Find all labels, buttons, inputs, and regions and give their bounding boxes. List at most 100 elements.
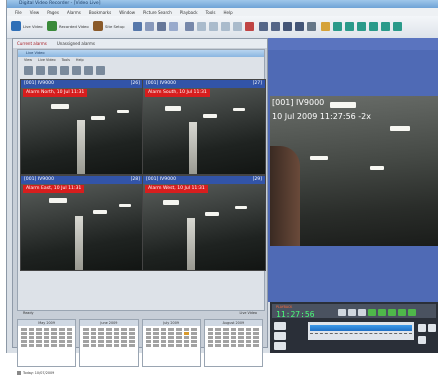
- jump-back-icon[interactable]: [274, 322, 286, 330]
- settings-icon[interactable]: [307, 22, 316, 31]
- filter-icon[interactable]: [381, 22, 390, 31]
- quad-view-icon[interactable]: [209, 22, 218, 31]
- menu-playback[interactable]: Playback: [180, 10, 198, 15]
- grid-icon[interactable]: [145, 22, 154, 31]
- menu-tools[interactable]: Tools: [206, 10, 216, 15]
- menu-alarms[interactable]: Alarms: [67, 10, 81, 15]
- camera-tile-east[interactable]: [001] IV9000 [28] Alarm East, 10 Jul 11:…: [20, 175, 144, 271]
- monitor-icon[interactable]: [283, 22, 292, 31]
- tab-unassigned-alarms[interactable]: Unassigned alarms: [57, 41, 95, 46]
- ceiling-light: [310, 156, 328, 160]
- zoom-out-icon[interactable]: [428, 324, 436, 332]
- download-icon[interactable]: [357, 22, 366, 31]
- status-left: Ready: [23, 311, 34, 315]
- export-clip-icon[interactable]: [418, 336, 426, 344]
- live-icon[interactable]: [408, 309, 416, 316]
- inner-menu-help[interactable]: Help: [76, 58, 84, 62]
- live-video-title-bar: Live Video: [18, 50, 264, 57]
- ceiling-light: [163, 200, 179, 205]
- close-icon[interactable]: [48, 65, 57, 75]
- playback-timeline[interactable]: [308, 322, 414, 340]
- camera-header: [001] IV9000 [28]: [21, 176, 143, 184]
- quad-view-icon[interactable]: [36, 65, 45, 75]
- single-view-icon[interactable]: [24, 65, 33, 75]
- search-icon[interactable]: [185, 22, 194, 31]
- camera-tile-south[interactable]: [001] IV9000 [27] Alarm South, 10 Jul 11…: [142, 79, 266, 175]
- camera-tile-north[interactable]: [001] IV9000 [26] Alarm North, 10 Jul 11…: [20, 79, 144, 175]
- bookmark-icon[interactable]: [274, 342, 286, 350]
- snapshot-icon[interactable]: [60, 65, 69, 75]
- rewind-icon[interactable]: [348, 309, 356, 316]
- live-video-button[interactable]: Live Video: [11, 20, 43, 32]
- site-setup-button[interactable]: Site Setup: [93, 20, 125, 32]
- selected-day[interactable]: [183, 332, 190, 335]
- ceiling-light: [370, 166, 384, 170]
- close-view-icon[interactable]: [245, 22, 254, 31]
- print-icon[interactable]: [259, 22, 268, 31]
- tab-current-alarms[interactable]: Current alarms: [17, 41, 47, 46]
- camera-list-icon[interactable]: [157, 22, 166, 31]
- calendar-month[interactable]: July 2009: [141, 319, 201, 367]
- inner-menu-tools[interactable]: Tools: [62, 58, 70, 62]
- skip-end-icon[interactable]: [398, 309, 406, 316]
- split-view-icon[interactable]: [197, 22, 206, 31]
- network-icon[interactable]: [333, 22, 342, 31]
- recorded-video-label: Recorded Video: [59, 23, 89, 29]
- ceiling-light: [205, 212, 219, 216]
- setup-icon: [93, 21, 103, 31]
- today-label: Today: 10/07/2009: [23, 371, 55, 375]
- ceiling-light: [235, 206, 247, 209]
- calendar-month[interactable]: August 2009: [203, 319, 263, 367]
- menu-picture-search[interactable]: Picture Search: [143, 10, 172, 15]
- live-video-label: Live Video: [23, 23, 43, 29]
- calendar-month[interactable]: May 2009: [17, 319, 77, 367]
- bookmark-icon[interactable]: [393, 22, 402, 31]
- menu-window[interactable]: Window: [119, 10, 135, 15]
- ceiling-light: [119, 204, 131, 207]
- camera-settings-icon[interactable]: [84, 65, 93, 75]
- record-icon[interactable]: [295, 22, 304, 31]
- export-icon[interactable]: [169, 22, 178, 31]
- menu-bookmarks[interactable]: Bookmarks: [89, 10, 111, 15]
- layout-icon[interactable]: [133, 22, 142, 31]
- pause-icon[interactable]: [358, 309, 366, 316]
- print-icon[interactable]: [96, 65, 105, 75]
- main-toolbar: Live Video Recorded Video Site Setup: [7, 16, 438, 39]
- menu-pages[interactable]: Pages: [47, 10, 59, 15]
- camera-name: [001] IV9000: [146, 177, 177, 182]
- zoom-in-icon[interactable]: [418, 324, 426, 332]
- menu-view[interactable]: View: [30, 10, 40, 15]
- zoom-icon[interactable]: [338, 309, 346, 316]
- alarms-document-panel: Current alarms Unassigned alarms Live Vi…: [12, 38, 268, 375]
- sync-icon[interactable]: [345, 22, 354, 31]
- camera-tile-west[interactable]: [001] IV9000 [29] Alarm West, 10 Jul 11:…: [142, 175, 266, 271]
- ceiling-light: [233, 108, 245, 111]
- nine-view-icon[interactable]: [221, 22, 230, 31]
- playback-mode-label: PLAYBACK: [276, 305, 293, 309]
- playback-clock: 11:27:56: [276, 310, 315, 319]
- record-icon[interactable]: [72, 65, 81, 75]
- menu-file[interactable]: File: [15, 10, 22, 15]
- menu-help[interactable]: Help: [223, 10, 232, 15]
- calendar-days: [80, 326, 137, 349]
- jump-forward-icon[interactable]: [274, 332, 286, 340]
- alarm-label: Alarm North, 10 Jul 11:31: [23, 89, 88, 97]
- camera-count: [29]: [252, 177, 262, 182]
- step-forward-icon[interactable]: [378, 309, 386, 316]
- today-checkbox[interactable]: [17, 371, 21, 375]
- camera-count: [26]: [130, 81, 140, 86]
- recorded-video-button[interactable]: Recorded Video: [47, 20, 89, 32]
- snapshot-icon[interactable]: [271, 22, 280, 31]
- upload-icon[interactable]: [369, 22, 378, 31]
- inner-menu-live-video[interactable]: Live Video: [38, 58, 56, 62]
- fast-forward-icon[interactable]: [388, 309, 396, 316]
- ceiling-light: [93, 210, 107, 214]
- sixteen-view-icon[interactable]: [233, 22, 242, 31]
- play-icon[interactable]: [368, 309, 376, 316]
- alarm-bell-icon[interactable]: [321, 22, 330, 31]
- calendar-month[interactable]: June 2009: [79, 319, 139, 367]
- inner-menu-view[interactable]: View: [24, 58, 32, 62]
- playback-side-buttons: [274, 322, 304, 350]
- status-right: Live Video: [239, 311, 257, 315]
- ceiling-light: [203, 114, 217, 118]
